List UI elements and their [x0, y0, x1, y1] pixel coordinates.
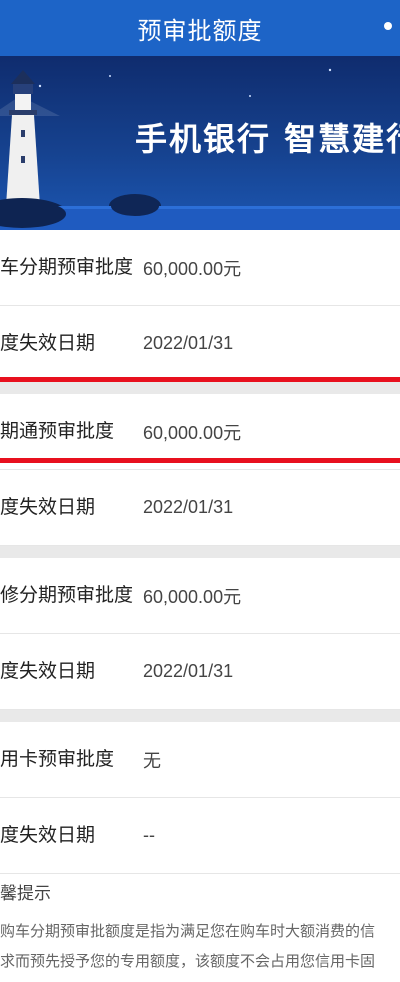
list-item: 度失效日期 2022/01/31	[0, 470, 400, 546]
group-credit-card: 用卡预审批度 无 度失效日期 --	[0, 722, 400, 874]
row-label: 车分期预审批度	[0, 256, 134, 278]
row-label: 度失效日期	[0, 824, 96, 846]
section-divider	[0, 382, 400, 394]
row-value: 2022/01/31	[143, 661, 234, 681]
row-value: 无	[143, 750, 161, 771]
row-value: --	[143, 825, 155, 845]
row-label: 期通预审批度	[0, 420, 115, 442]
section-divider	[0, 546, 400, 558]
more-icon[interactable]	[384, 22, 392, 30]
row-value: 60,000.00元	[143, 422, 242, 443]
group-renovation-installment: 修分期预审批度 60,000.00元 度失效日期 2022/01/31	[0, 558, 400, 710]
row-value: 2022/01/31	[143, 497, 234, 517]
section-divider	[0, 710, 400, 722]
list-item: 车分期预审批度 60,000.00元	[0, 230, 400, 306]
highlight-line-top	[0, 377, 400, 382]
row-label: 度失效日期	[0, 332, 96, 354]
page-title: 预审批额度	[137, 16, 263, 45]
navbar: 预审批额度	[0, 0, 400, 56]
row-label: 度失效日期	[0, 660, 96, 682]
row-value: 2022/01/31	[143, 333, 234, 353]
promo-banner[interactable]: 手机银行 智慧建行	[0, 56, 400, 230]
group-installment-pass: 期通预审批度 60,000.00元 度失效日期 2022/01/31	[0, 394, 400, 546]
tips-title: 馨提示	[0, 884, 51, 904]
preapproval-list: 车分期预审批度 60,000.00元 度失效日期 2022/01/31 期通预审…	[0, 230, 400, 874]
banner-slogan: 手机银行 智慧建行	[135, 120, 400, 158]
row-label: 修分期预审批度	[0, 584, 134, 606]
highlight-line-bottom	[0, 458, 400, 463]
row-value: 60,000.00元	[143, 586, 242, 607]
list-item: 度失效日期 --	[0, 798, 400, 874]
list-item: 度失效日期 2022/01/31	[0, 306, 400, 382]
group-car-installment: 车分期预审批度 60,000.00元 度失效日期 2022/01/31	[0, 230, 400, 382]
tips-line: 购车分期预审批额度是指为满足您在购车时大额消费的信	[0, 922, 376, 940]
list-item: 用卡预审批度 无	[0, 722, 400, 798]
tips-section: 馨提示 购车分期预审批额度是指为满足您在购车时大额消费的信 求而预先授予您的专用…	[0, 872, 400, 976]
tips-line: 求而预先授予您的专用额度，该额度不会占用您信用卡固	[0, 952, 376, 970]
list-item: 度失效日期 2022/01/31	[0, 634, 400, 710]
row-label: 度失效日期	[0, 496, 96, 518]
list-item: 修分期预审批度 60,000.00元	[0, 558, 400, 634]
row-value: 60,000.00元	[143, 258, 242, 279]
row-label: 用卡预审批度	[0, 748, 115, 770]
